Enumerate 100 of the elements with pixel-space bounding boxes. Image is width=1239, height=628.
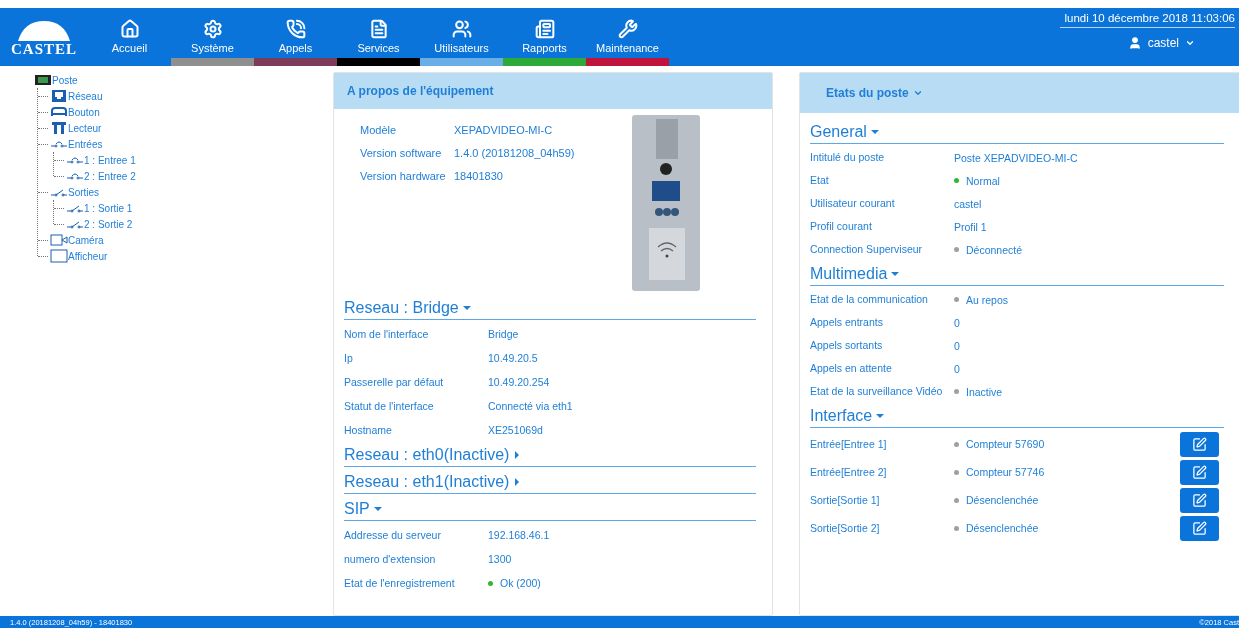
field-label: numero d'extension <box>344 551 437 567</box>
field-label: Etat de l'enregistrement <box>344 575 456 591</box>
field-label: Ip <box>344 350 354 366</box>
panel-title: A propos de l'équipement <box>347 84 494 98</box>
tree-item[interactable]: 2 : Sortie 2 <box>84 218 133 230</box>
field-label: Utilisateur courant <box>810 196 896 211</box>
edit-button[interactable] <box>1180 459 1219 485</box>
field-value: Poste XEPADVIDEO-MI-C <box>954 151 1078 164</box>
tree-item[interactable]: Entrées <box>68 138 103 150</box>
section-header[interactable]: Interface <box>810 403 1224 428</box>
field-label: Entrée[Entree 1] <box>810 436 888 452</box>
tree-item[interactable]: Afficheur <box>68 250 108 262</box>
field-label: Version hardware <box>360 169 447 184</box>
field-value: Déconnecté <box>966 243 1023 256</box>
section-header[interactable]: Reseau : Bridge <box>344 295 756 320</box>
screen-icon <box>50 249 68 263</box>
field-label: Statut de l'interface <box>344 398 435 414</box>
nav-tab[interactable]: Système <box>171 8 254 66</box>
field-value: Ok (200) <box>500 577 541 589</box>
field-value: 0 <box>954 362 960 375</box>
logo[interactable]: CASTEL <box>0 8 88 66</box>
user-icon <box>1127 36 1142 50</box>
field-label: Etat de la surveillance Vidéo <box>810 384 944 399</box>
field-label: Sortie[Sortie 1] <box>810 492 881 508</box>
field-value: 18401830 <box>454 169 504 184</box>
tree-item[interactable]: 1 : Entree 1 <box>84 154 136 166</box>
field-label: Etat <box>810 173 830 188</box>
field-label: Entrée[Entree 2] <box>810 464 888 480</box>
nav-icon <box>119 19 140 39</box>
edit-button[interactable] <box>1180 487 1219 513</box>
nav-icon <box>202 19 223 39</box>
field-value: Désenclenchée <box>966 522 1039 534</box>
nav-tab[interactable]: Appels <box>254 8 337 66</box>
edit-icon <box>1192 464 1207 480</box>
logo-text: CASTEL <box>11 41 77 58</box>
nav-tab[interactable]: Accueil <box>88 8 171 66</box>
field-label: Appels en attente <box>810 361 893 376</box>
tree-item[interactable]: 1 : Sortie 1 <box>84 202 133 214</box>
field-value: Au repos <box>966 293 1009 306</box>
card-reader-icon <box>50 121 68 135</box>
section-header[interactable]: Multimedia <box>810 261 1224 286</box>
tree-item[interactable]: Réseau <box>68 90 103 102</box>
section-header[interactable]: SIP <box>344 496 756 521</box>
edit-icon <box>1192 492 1207 508</box>
tree-item[interactable]: Sorties <box>68 186 100 198</box>
field-value: XEPADVIDEO-MI-C <box>454 123 554 138</box>
field-label: Addresse du serveur <box>344 527 442 543</box>
nav-icon <box>617 19 638 39</box>
section-header[interactable]: Reseau : eth0(Inactive) <box>344 442 756 467</box>
field-value: Bridge <box>488 328 519 340</box>
field-value: 0 <box>954 316 960 329</box>
tree-item[interactable]: Bouton <box>68 106 100 118</box>
user-menu[interactable]: castel <box>1127 36 1195 50</box>
field-value: 10.49.20.5 <box>488 352 538 364</box>
tree-item[interactable]: Poste <box>52 74 78 86</box>
device-icon <box>34 73 52 87</box>
camera-icon <box>50 233 68 247</box>
field-label: Intitulé du poste <box>810 150 886 165</box>
caret-icon <box>1185 38 1195 48</box>
tree-item[interactable]: 2 : Entree 2 <box>84 170 136 182</box>
field-label: Connection Superviseur <box>810 242 924 257</box>
section-header[interactable]: Reseau : eth1(Inactive) <box>344 469 756 494</box>
field-value: 192.168.46.1 <box>488 529 550 541</box>
field-value: Compteur 57746 <box>966 466 1045 478</box>
field-label: Appels sortants <box>810 338 884 353</box>
nav-icon <box>285 19 306 39</box>
field-label: Nom de l'interface <box>344 326 430 342</box>
tree-item[interactable]: Caméra <box>68 234 104 246</box>
edit-button[interactable] <box>1180 431 1219 457</box>
field-value: Connecté via eth1 <box>488 400 573 412</box>
edit-icon <box>1192 436 1207 452</box>
section-header[interactable]: General <box>810 119 1224 144</box>
field-label: Profil courant <box>810 219 873 234</box>
field-value: Inactive <box>966 385 1003 398</box>
field-value: Profil 1 <box>954 220 987 233</box>
field-label: Version software <box>360 146 443 161</box>
field-label: Sortie[Sortie 2] <box>810 520 881 536</box>
panel-dropdown[interactable]: Etats du poste <box>813 86 923 100</box>
field-value: 1.4.0 (20181208_04h59) <box>454 146 576 161</box>
field-value: 10.49.20.254 <box>488 376 550 388</box>
caret-icon <box>912 88 923 98</box>
network-port-icon <box>50 89 68 103</box>
field-label: Passerelle par défaut <box>344 374 445 390</box>
field-value: 1300 <box>488 553 512 565</box>
tree-item[interactable]: Lecteur <box>68 122 102 134</box>
nav-icon <box>368 19 389 39</box>
field-value: XE251069d <box>488 424 543 436</box>
field-value: Compteur 57690 <box>966 438 1045 450</box>
field-value: 0 <box>954 339 960 352</box>
edit-icon <box>1192 520 1207 536</box>
date-time: lundi 10 décembre 2018 11:03:06 <box>1060 8 1235 28</box>
field-value: Normal <box>966 174 1000 187</box>
push-button-icon <box>50 105 68 119</box>
edit-button[interactable] <box>1180 515 1219 541</box>
field-label: Etat de la communication <box>810 292 929 307</box>
field-value: castel <box>954 197 982 210</box>
field-value: Désenclenchée <box>966 494 1039 506</box>
nav-icon <box>534 19 555 39</box>
field-label: Hostname <box>344 422 393 438</box>
field-label: Modèle <box>360 123 398 138</box>
